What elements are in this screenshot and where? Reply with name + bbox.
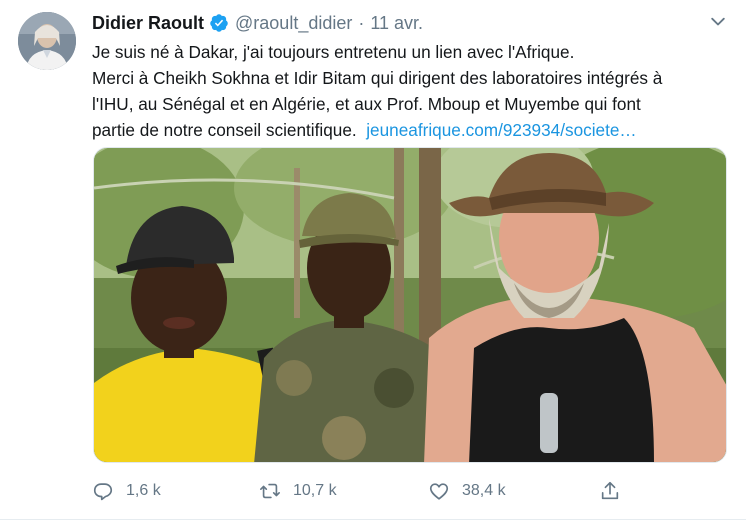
chevron-down-icon[interactable]	[708, 12, 728, 32]
author-name[interactable]: Didier Raoult	[92, 13, 204, 34]
like-button[interactable]: 38,4 k	[428, 476, 506, 506]
tweet-text-line: partie de notre conseil scientifique. je…	[92, 117, 732, 143]
tweet-text-line: l'IHU, au Sénégal et en Algérie, et aux …	[92, 94, 641, 114]
tweet-photo[interactable]	[93, 147, 727, 463]
author-handle[interactable]: @raoult_didier	[235, 13, 352, 34]
retweet-count: 10,7 k	[293, 482, 337, 499]
verified-badge-icon	[209, 13, 229, 33]
retweet-icon	[260, 483, 280, 499]
reply-count: 1,6 k	[126, 482, 161, 499]
tweet-text-line: Je suis né à Dakar, j'ai toujours entret…	[92, 42, 575, 62]
share-button[interactable]	[599, 476, 633, 506]
tweet-date[interactable]: 11 avr.	[370, 13, 423, 34]
separator-dot: ·	[358, 12, 365, 33]
reply-icon	[93, 483, 113, 501]
tweet-text-line: Merci à Cheikh Sokhna et Idir Bitam qui …	[92, 68, 663, 88]
tweet-text: Je suis né à Dakar, j'ai toujours entret…	[92, 39, 732, 143]
tweet-text-last: partie de notre conseil scientifique.	[92, 120, 357, 140]
tweet-actions: 1,6 k 10,7 k 38,4 k	[92, 476, 652, 506]
retweet-button[interactable]: 10,7 k	[259, 476, 337, 506]
tweet[interactable]: Didier Raoult @raoult_didier · 11 avr. J…	[0, 0, 746, 520]
reply-button[interactable]: 1,6 k	[92, 476, 161, 506]
share-icon	[601, 481, 619, 500]
like-count: 38,4 k	[462, 482, 506, 499]
avatar-image	[18, 12, 76, 70]
photo-image	[94, 148, 726, 462]
avatar[interactable]	[18, 12, 76, 70]
tweet-header: Didier Raoult @raoult_didier · 11 avr.	[92, 11, 423, 35]
article-link[interactable]: jeuneafrique.com/923934/societe…	[366, 120, 636, 140]
like-icon	[429, 483, 449, 500]
